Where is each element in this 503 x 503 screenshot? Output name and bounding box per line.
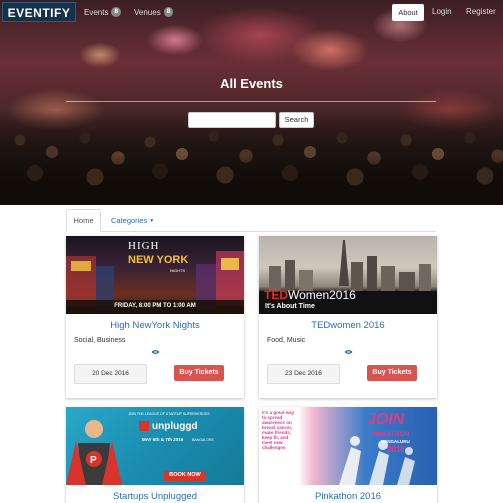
tab-categories[interactable]: Categories ▼: [111, 216, 154, 225]
caret-down-icon: ▼: [149, 218, 155, 225]
event-card: HIGH NEW YORK NIGHTS FRIDAY, 8:00 PM TO …: [66, 236, 244, 398]
event-date: 20 Dec 2016: [74, 364, 147, 384]
event-image[interactable]: HIGH NEW YORK NIGHTS FRIDAY, 8:00 PM TO …: [66, 236, 244, 314]
hero-banner: EVENTIFY Events 8 Venues 8 About Login R…: [0, 0, 503, 205]
nav-venues[interactable]: Venues 8: [134, 7, 174, 17]
nav-register[interactable]: Register: [466, 7, 496, 16]
svg-text:P: P: [90, 455, 97, 466]
event-categories: Food, Music: [267, 337, 306, 344]
event-image[interactable]: it's a great way to spread awareness on …: [259, 407, 437, 485]
buy-tickets-button[interactable]: Buy Tickets: [174, 365, 224, 381]
divider: [66, 101, 436, 102]
venues-count-badge: 8: [163, 7, 174, 17]
event-image[interactable]: P JOIN THE LEAGUE OF STARTUP SUPERHEROES…: [66, 407, 244, 485]
event-card: TEDWomen2016 It's About Time TEDwomen 20…: [259, 236, 437, 398]
brand-logo[interactable]: EVENTIFY: [2, 2, 76, 22]
event-title[interactable]: Pinkathon 2016: [259, 491, 437, 502]
event-date: 23 Dec 2016: [267, 364, 340, 384]
search-button[interactable]: Search: [279, 112, 314, 128]
event-categories: Social, Business: [74, 337, 126, 344]
event-title[interactable]: TEDwomen 2016: [259, 320, 437, 331]
nav-login[interactable]: Login: [432, 7, 452, 16]
eye-icon[interactable]: [344, 349, 353, 355]
event-title[interactable]: Startups Unplugged: [66, 491, 244, 502]
search-input[interactable]: [188, 112, 276, 128]
nav-events[interactable]: Events 8: [84, 7, 122, 17]
tab-home[interactable]: Home: [66, 209, 101, 232]
event-title[interactable]: High NewYork Nights: [66, 320, 244, 331]
nav-tabs: Home Categories ▼: [66, 209, 436, 232]
nav-events-label: Events: [84, 7, 109, 17]
nav-about[interactable]: About: [392, 4, 424, 21]
event-card: it's a great way to spread awareness on …: [259, 407, 437, 503]
event-image[interactable]: TEDWomen2016 It's About Time: [259, 236, 437, 314]
page-title: All Events: [220, 76, 283, 91]
event-card: P JOIN THE LEAGUE OF STARTUP SUPERHEROES…: [66, 407, 244, 503]
navbar: EVENTIFY Events 8 Venues 8 About Login R…: [0, 0, 503, 24]
tab-categories-label: Categories: [111, 216, 148, 225]
buy-tickets-button[interactable]: Buy Tickets: [367, 365, 417, 381]
eye-icon[interactable]: [151, 349, 160, 355]
nav-venues-label: Venues: [134, 7, 161, 17]
events-count-badge: 8: [111, 7, 122, 17]
